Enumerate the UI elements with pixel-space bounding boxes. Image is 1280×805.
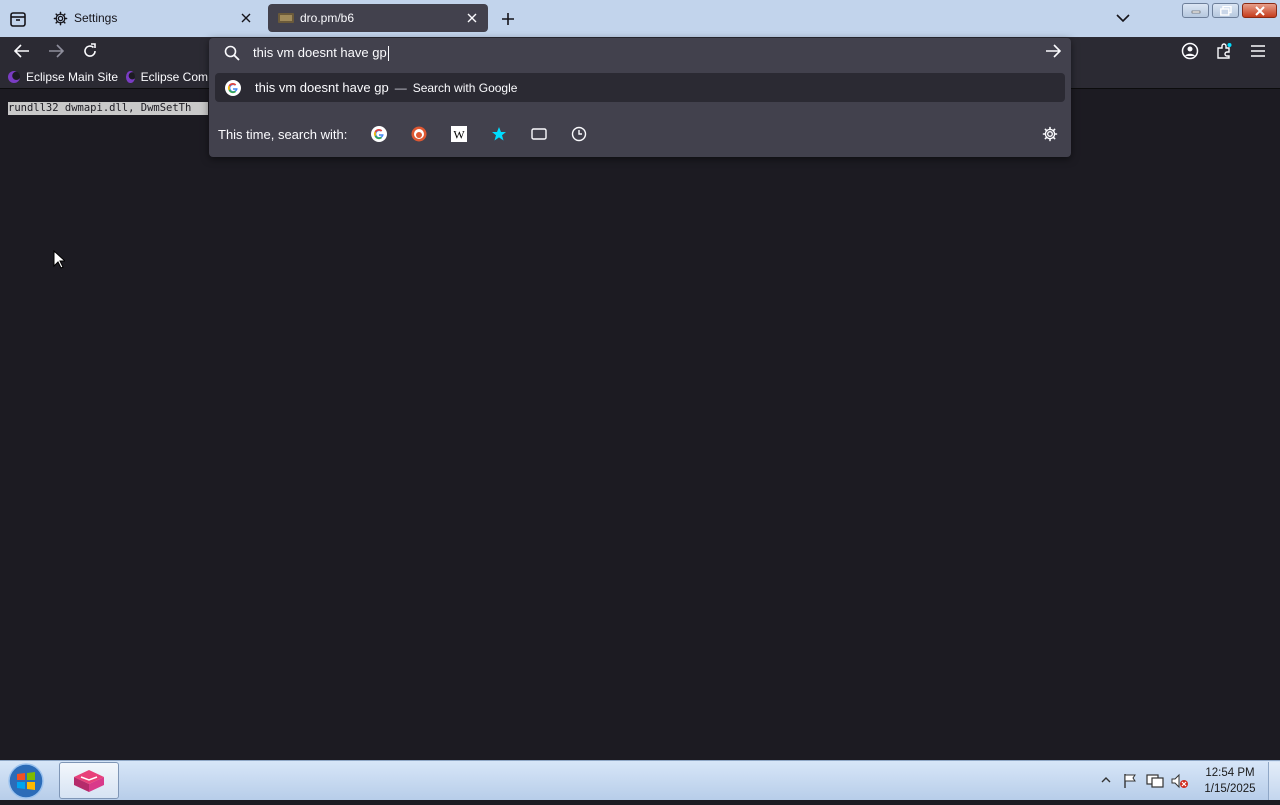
close-tab-icon[interactable] [462,8,482,28]
taskbar-app-button[interactable] [59,762,119,799]
puzzle-icon [1217,43,1232,59]
duckduckgo-icon [411,126,427,142]
menu-button[interactable] [1246,39,1270,63]
action-center-flag-icon[interactable] [1122,773,1138,789]
google-icon [224,79,242,97]
site-favicon-icon [278,10,294,26]
urlbar-popup: this vm doesnt have gp this vm doesnt ha… [209,38,1071,157]
arrow-right-icon [49,44,64,58]
gear-icon [1042,126,1058,142]
windows-taskbar [0,760,1280,800]
bookmark-eclipse-main-site[interactable]: Eclipse Main Site [8,67,118,87]
close-window-button[interactable] [1242,3,1277,18]
minimize-icon [1191,10,1200,13]
show-desktop-button[interactable] [1268,762,1280,800]
go-arrow-icon[interactable] [1045,44,1061,58]
eclipse-icon [8,71,20,83]
clock-time: 12:54 PM [1205,767,1255,779]
urlbar-value: this vm doesnt have gp [253,45,387,60]
restore-icon [1219,5,1232,16]
plus-icon [502,13,514,25]
forward-button[interactable] [44,39,68,63]
gear-icon [52,10,68,26]
suggestion-action: Search with Google [412,80,518,95]
show-hidden-icons-icon[interactable] [1101,776,1111,784]
account-icon [1181,42,1199,60]
minimize-button[interactable] [1182,3,1209,18]
search-icon [224,45,240,61]
wikipedia-engine-button[interactable]: W [447,122,471,146]
extensions-button[interactable] [1212,39,1236,63]
tab-dro-pm[interactable]: dro.pm/b6 [268,4,488,32]
clock-icon [572,126,587,142]
reload-icon [84,43,96,57]
start-button[interactable] [6,762,46,800]
bookmark-eclipse-com[interactable]: Eclipse Com [126,67,208,87]
one-off-search-bar: This time, search with: W [209,118,1071,150]
google-engine-button[interactable] [367,122,391,146]
tab-settings[interactable]: Settings [42,4,262,32]
search-settings-button[interactable] [1038,122,1062,146]
restore-button[interactable] [1212,3,1239,18]
bookmark-label: Eclipse Main Site [26,70,119,84]
star-icon [492,127,507,141]
history-engine-button[interactable] [567,122,591,146]
page-selected-text: rundll32 dwmapi.dll, DwmSetTh [8,102,208,115]
tab-label: Settings [74,11,118,25]
new-tab-button[interactable] [496,7,520,31]
firefox-view-button[interactable] [6,7,30,31]
tabs-engine-button[interactable] [527,122,551,146]
bookmark-label: Eclipse Com [140,70,208,84]
svg-text:W: W [454,128,466,142]
list-all-tabs-button[interactable] [1111,6,1135,30]
engines-label: This time, search with: [218,126,348,142]
app-icon [74,769,104,792]
reload-button[interactable] [78,39,102,63]
bookmarks-engine-button[interactable] [487,122,511,146]
urlbar-input[interactable]: this vm doesnt have gp [253,43,1013,63]
network-icon[interactable] [1146,773,1164,789]
eclipse-icon [126,71,135,83]
close-icon [1254,5,1265,16]
windows-logo-icon [8,763,44,799]
back-button[interactable] [10,39,34,63]
arrow-left-icon [14,44,29,58]
suggestion-separator: — [394,80,407,95]
hamburger-menu-icon [1251,45,1265,57]
tab-icon [531,128,548,140]
tab-label: dro.pm/b6 [300,11,355,25]
clock-date: 1/15/2025 [1204,783,1256,795]
wikipedia-icon: W [451,126,468,142]
firefox-view-icon [10,12,26,27]
suggestion-row-google[interactable]: this vm doesnt have gp — Search with Goo… [215,73,1065,102]
duckduckgo-engine-button[interactable] [407,122,431,146]
suggestion-query: this vm doesnt have gp [255,80,389,95]
chevron-down-icon [1116,14,1130,23]
volume-muted-icon[interactable] [1171,773,1189,789]
close-tab-icon[interactable] [236,8,256,28]
account-button[interactable] [1178,39,1202,63]
taskbar-clock[interactable]: 12:54 PM 1/15/2025 [1196,765,1264,797]
mouse-cursor-icon [53,250,65,269]
google-icon [371,126,388,142]
text-caret [387,46,389,62]
